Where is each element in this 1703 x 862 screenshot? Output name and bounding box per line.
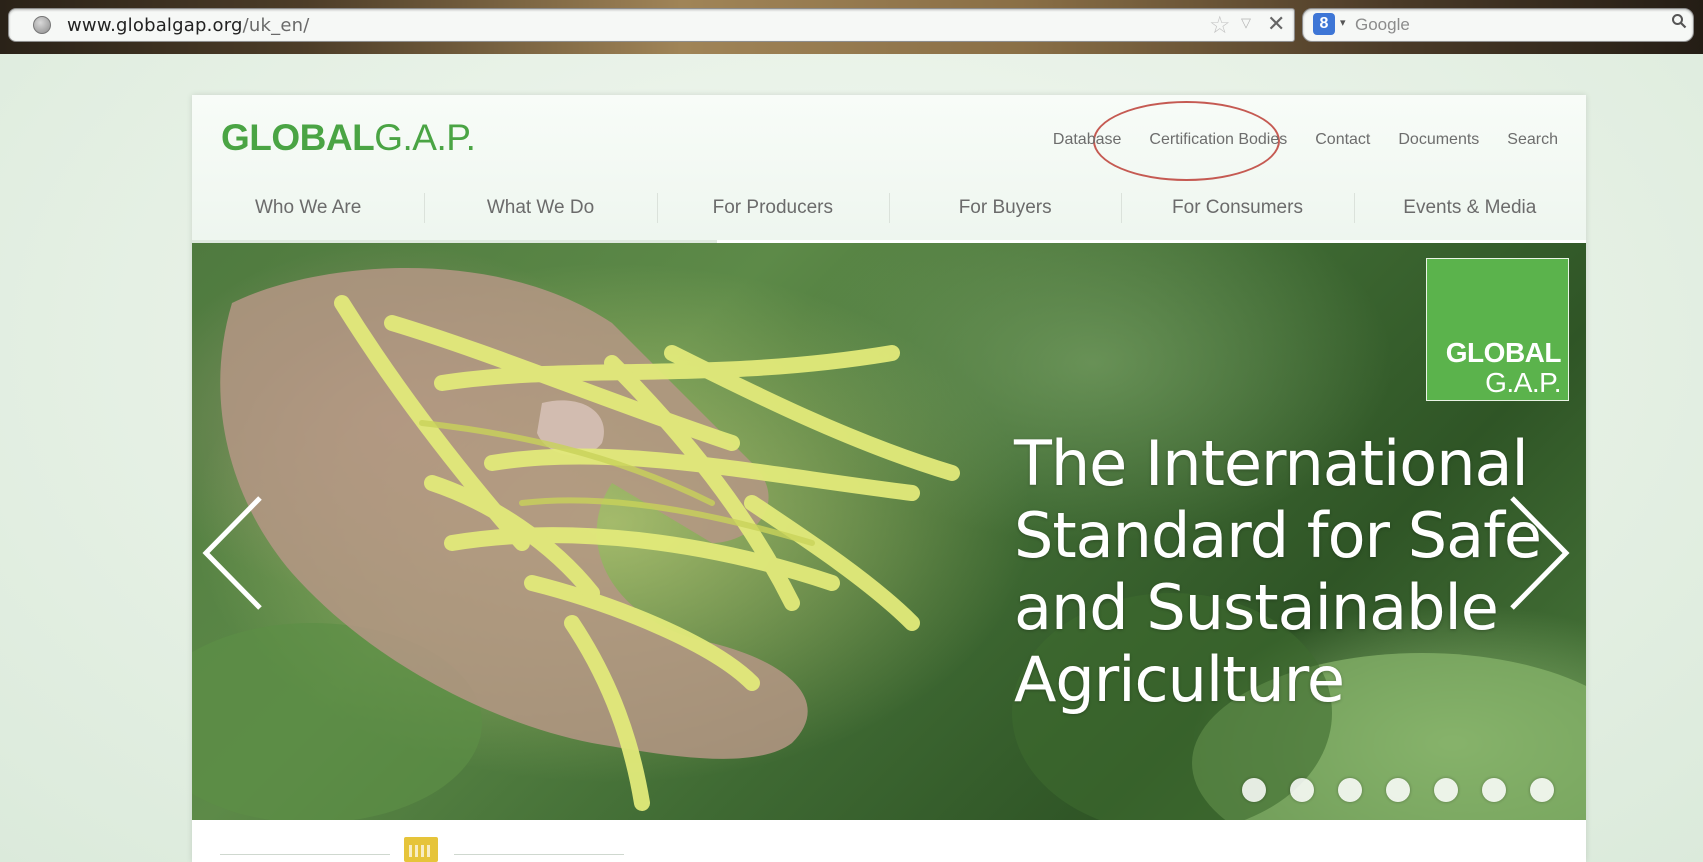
nav-who-we-are[interactable]: Who We Are — [192, 185, 424, 231]
magnifier-icon[interactable] — [1671, 13, 1687, 29]
main-nav: Who We Are What We Do For Producers For … — [192, 185, 1586, 231]
stop-icon[interactable]: ✕ — [1267, 11, 1285, 37]
nav-events-media[interactable]: Events & Media — [1353, 185, 1586, 231]
nav-for-consumers[interactable]: For Consumers — [1121, 185, 1353, 231]
url-text: www.globalgap.org/uk_en/ — [67, 15, 310, 36]
utility-link-search[interactable]: Search — [1507, 131, 1558, 149]
site-header: GLOBALG.A.P. Database Certification Bodi… — [192, 95, 1586, 240]
nav-for-producers[interactable]: For Producers — [656, 185, 889, 231]
slide-pagination — [1242, 778, 1554, 802]
hero-headline: The International Standard for Safe and … — [1014, 427, 1542, 716]
hero-slider[interactable]: GLOBAL G.A.P. The International Standard… — [192, 243, 1586, 820]
search-engine-icon[interactable]: 8 — [1313, 13, 1335, 35]
divider — [220, 854, 390, 855]
address-bar[interactable]: www.globalgap.org/uk_en/ ☆ ▽ ✕ — [8, 8, 1295, 42]
browser-toolbar: www.globalgap.org/uk_en/ ☆ ▽ ✕ 8 ▾ Googl… — [0, 0, 1703, 54]
search-engine-placeholder: Google — [1355, 15, 1410, 34]
engine-dropdown-icon[interactable]: ▾ — [1340, 16, 1346, 29]
slide-dot-7[interactable] — [1530, 778, 1554, 802]
slide-dot-6[interactable] — [1482, 778, 1506, 802]
nav-what-we-do[interactable]: What We Do — [424, 185, 656, 231]
globe-icon — [33, 16, 51, 34]
search-bar[interactable]: 8 ▾ Google — [1302, 8, 1694, 42]
nav-for-buyers[interactable]: For Buyers — [888, 185, 1121, 231]
hero-headline-line: The International — [1014, 427, 1529, 500]
badge-line2: G.A.P. — [1485, 367, 1561, 398]
logo-bold-text: GLOBAL — [221, 117, 375, 158]
utility-nav: Database Certification Bodies Contact Do… — [1053, 131, 1558, 149]
history-dropdown-icon[interactable]: ▽ — [1241, 15, 1251, 31]
bookmark-star-icon[interactable]: ☆ — [1209, 11, 1231, 40]
utility-link-contact[interactable]: Contact — [1315, 131, 1370, 149]
utility-link-certification-bodies[interactable]: Certification Bodies — [1149, 131, 1287, 149]
utility-link-documents[interactable]: Documents — [1398, 131, 1479, 149]
url-domain: www.globalgap.org — [67, 15, 243, 36]
next-slide-arrow-icon[interactable] — [1504, 493, 1574, 613]
badge-logo: GLOBAL G.A.P. — [1426, 258, 1569, 401]
url-path: /uk_en/ — [242, 15, 310, 36]
site-logo[interactable]: GLOBALG.A.P. — [221, 117, 476, 159]
slide-dot-3[interactable] — [1338, 778, 1362, 802]
badge-line1: GLOBAL — [1445, 337, 1562, 368]
hero-headline-line: Agriculture — [1014, 643, 1345, 716]
calendar-icon — [404, 837, 438, 862]
logo-light-text: G.A.P. — [374, 117, 476, 158]
slide-dot-2[interactable] — [1290, 778, 1314, 802]
slide-dot-4[interactable] — [1386, 778, 1410, 802]
content-section — [192, 820, 1586, 862]
utility-link-database[interactable]: Database — [1053, 131, 1122, 149]
hero-headline-line: Standard for Safe — [1014, 499, 1542, 572]
slide-dot-5[interactable] — [1434, 778, 1458, 802]
divider — [454, 854, 624, 855]
page-container: GLOBALG.A.P. Database Certification Bodi… — [192, 95, 1586, 862]
hero-headline-line: and Sustainable — [1014, 571, 1499, 644]
slide-dot-1[interactable] — [1242, 778, 1266, 802]
prev-slide-arrow-icon[interactable] — [198, 493, 268, 613]
